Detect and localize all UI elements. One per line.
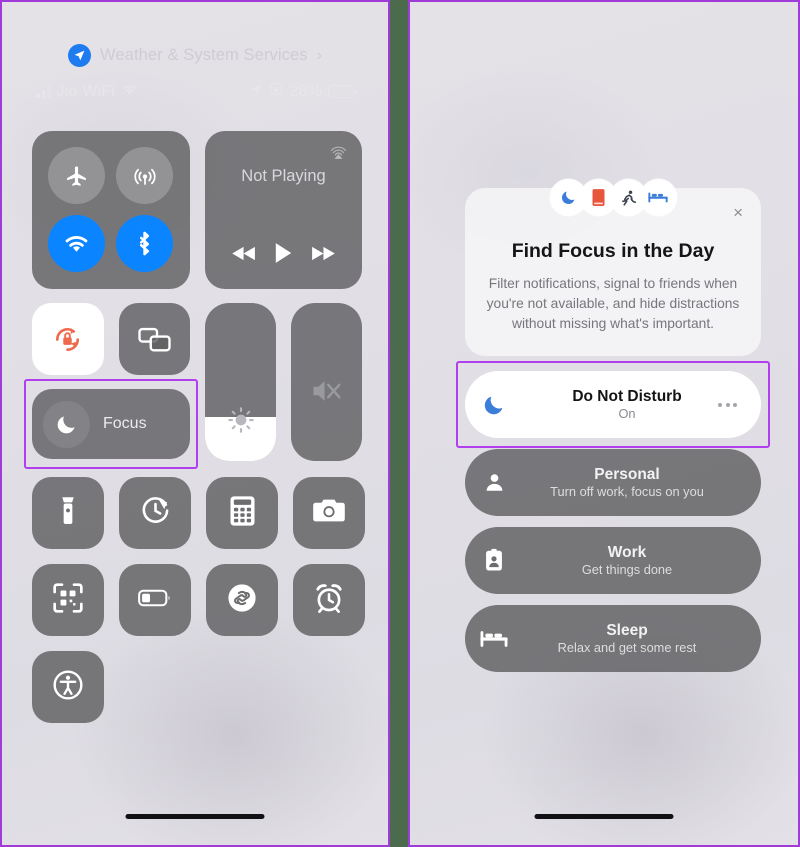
left-controls-column: Focus — [24, 303, 198, 469]
camera-shortcut[interactable] — [293, 477, 365, 549]
focus-intro-bubbles — [465, 180, 761, 215]
flashlight-icon — [54, 495, 82, 532]
alarm-shortcut[interactable] — [293, 564, 365, 636]
location-arrow-icon — [250, 83, 263, 101]
home-indicator — [125, 814, 265, 819]
bluetooth-toggle[interactable] — [116, 215, 173, 272]
bed-icon — [640, 180, 676, 215]
alarm-clock-icon — [313, 582, 345, 619]
focus-mode-do-not-disturb[interactable]: Do Not Disturb On — [456, 361, 770, 448]
left-phone-panel: Weather & System Services › Jio WiFi 28%… — [0, 0, 390, 847]
close-icon[interactable]: × — [733, 204, 743, 221]
qr-scanner-icon — [52, 582, 84, 619]
low-battery-icon — [138, 588, 172, 613]
focus-mode-sleep[interactable]: Sleep Relax and get some rest — [465, 605, 761, 672]
wifi-toggle[interactable] — [48, 215, 105, 272]
more-options-icon[interactable] — [718, 402, 737, 407]
focus-tile-label: Focus — [103, 415, 147, 432]
focus-mode-text: Work Get things done — [523, 543, 761, 579]
status-bar-left: Jio WiFi — [36, 83, 138, 101]
focus-mode-name: Do Not Disturb — [572, 387, 682, 405]
slider-group — [205, 303, 362, 461]
brightness-icon — [205, 405, 276, 435]
focus-mode-subtitle: On — [618, 405, 636, 421]
orientation-lock-toggle[interactable] — [32, 303, 104, 375]
focus-intro-body: Filter notifications, signal to friends … — [486, 276, 740, 331]
brightness-slider[interactable] — [205, 303, 276, 461]
id-badge-icon — [465, 548, 523, 573]
calculator-shortcut[interactable] — [206, 477, 278, 549]
cellular-bars-icon — [36, 85, 51, 98]
focus-tile-wrapper: Focus — [24, 379, 198, 469]
calculator-icon — [229, 495, 256, 532]
now-playing-tile[interactable]: Not Playing — [205, 131, 362, 289]
focus-modes-list: Do Not Disturb On Personal Turn off work… — [456, 361, 770, 683]
code-scanner-shortcut[interactable] — [32, 564, 104, 636]
focus-mode-name: Sleep — [606, 621, 648, 639]
focus-tile[interactable]: Focus — [32, 389, 190, 459]
focus-mode-subtitle: Turn off work, focus on you — [550, 483, 704, 499]
timer-icon — [140, 495, 171, 531]
control-center-grid: Not Playing Focus — [24, 131, 365, 723]
status-bar-right: 28% — [250, 82, 357, 101]
shazam-icon — [226, 582, 258, 619]
status-bar: Jio WiFi 28% — [36, 82, 357, 101]
focus-intro-card: × Find Focus in the Day Filter notificat… — [465, 180, 761, 356]
location-arrow-icon — [68, 44, 92, 67]
connectivity-tile[interactable] — [32, 131, 190, 289]
flashlight-shortcut[interactable] — [32, 477, 104, 549]
now-playing-title: Not Playing — [241, 167, 326, 185]
volume-slider[interactable] — [291, 303, 362, 461]
play-icon[interactable] — [274, 242, 293, 269]
square-toggle-pair — [32, 303, 190, 375]
carrier-label: Jio WiFi — [56, 82, 115, 100]
focus-mode-text: Personal Turn off work, focus on you — [523, 465, 761, 501]
location-banner-label: Weather & System Services — [100, 46, 308, 64]
rotation-lock-icon — [269, 82, 283, 101]
screenshot-root: Weather & System Services › Jio WiFi 28%… — [0, 0, 800, 847]
focus-mode-personal[interactable]: Personal Turn off work, focus on you — [465, 449, 761, 516]
focus-intro-title: Find Focus in the Day — [511, 240, 715, 262]
home-indicator — [534, 814, 674, 819]
right-phone-panel: × Find Focus in the Day Filter notificat… — [408, 0, 800, 847]
focus-mode-name: Personal — [594, 465, 660, 483]
airplane-mode-toggle[interactable] — [48, 147, 105, 204]
rewind-icon[interactable] — [231, 245, 257, 267]
low-power-mode-shortcut[interactable] — [119, 564, 191, 636]
music-recognition-shortcut[interactable] — [206, 564, 278, 636]
control-row-top: Not Playing — [32, 131, 362, 289]
crescent-moon-icon — [465, 393, 523, 417]
camera-icon — [312, 497, 346, 529]
focus-mode-work[interactable]: Work Get things done — [465, 527, 761, 594]
crescent-moon-icon — [43, 400, 90, 448]
location-services-banner[interactable]: Weather & System Services › — [2, 44, 388, 67]
bed-icon — [465, 628, 523, 649]
timer-shortcut[interactable] — [119, 477, 191, 549]
cellular-data-toggle[interactable] — [116, 147, 173, 204]
person-icon — [465, 471, 523, 494]
panel-divider — [390, 0, 408, 847]
now-playing-controls — [205, 242, 362, 269]
airplay-icon[interactable] — [329, 143, 348, 167]
focus-mode-subtitle: Get things done — [581, 561, 673, 577]
focus-mode-name: Work — [607, 543, 647, 561]
wifi-icon — [121, 83, 138, 101]
fast-forward-icon[interactable] — [310, 245, 336, 267]
battery-percent-label: 28% — [289, 82, 322, 100]
focus-mode-subtitle: Relax and get some rest — [557, 639, 697, 655]
shortcut-grid — [32, 477, 365, 723]
battery-icon — [328, 85, 357, 98]
chevron-right-icon: › — [316, 46, 322, 64]
accessibility-shortcut[interactable] — [32, 651, 104, 723]
screen-mirroring-toggle[interactable] — [118, 303, 190, 375]
focus-mode-text: Sleep Relax and get some rest — [523, 621, 761, 657]
volume-muted-icon — [291, 377, 362, 405]
control-row-middle: Focus — [24, 303, 362, 469]
accessibility-icon — [52, 669, 84, 706]
